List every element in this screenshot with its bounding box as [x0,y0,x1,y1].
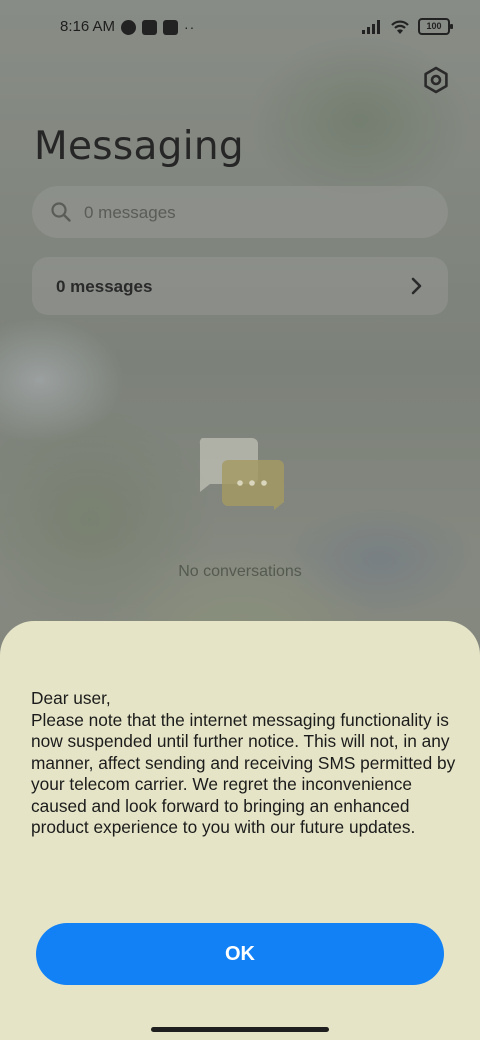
settings-hex-icon[interactable] [421,65,451,95]
chat-bubbles-icon [199,438,284,510]
search-bar[interactable] [32,186,448,238]
empty-state-text: No conversations [178,563,302,580]
square-app-icon [142,19,157,35]
home-indicator[interactable] [151,1027,329,1032]
ok-button[interactable]: OK [36,923,444,985]
notice-message: Dear user, Please note that the internet… [31,688,461,839]
battery-icon: 100 [418,18,453,35]
notice-body: Please note that the internet messaging … [31,709,456,838]
more-dots-icon: ·· [184,19,196,35]
notification-icon [121,19,136,35]
page-title: Messaging [34,124,244,169]
search-icon [51,202,71,222]
wifi-icon [391,20,409,34]
status-system-icons: 100 [362,18,453,35]
status-bar: 8:16 AM ·· 100 [0,0,480,56]
messages-summary-label: 0 messages [56,277,153,296]
status-notification-icons: ·· [121,19,195,35]
signal-icon [362,19,380,34]
messages-summary-row[interactable]: 0 messages [32,257,448,315]
status-time: 8:16 AM [60,18,116,35]
upload-icon [163,19,178,35]
search-input[interactable] [82,196,426,230]
notice-greeting: Dear user, [31,688,111,708]
chevron-right-icon [411,277,422,295]
